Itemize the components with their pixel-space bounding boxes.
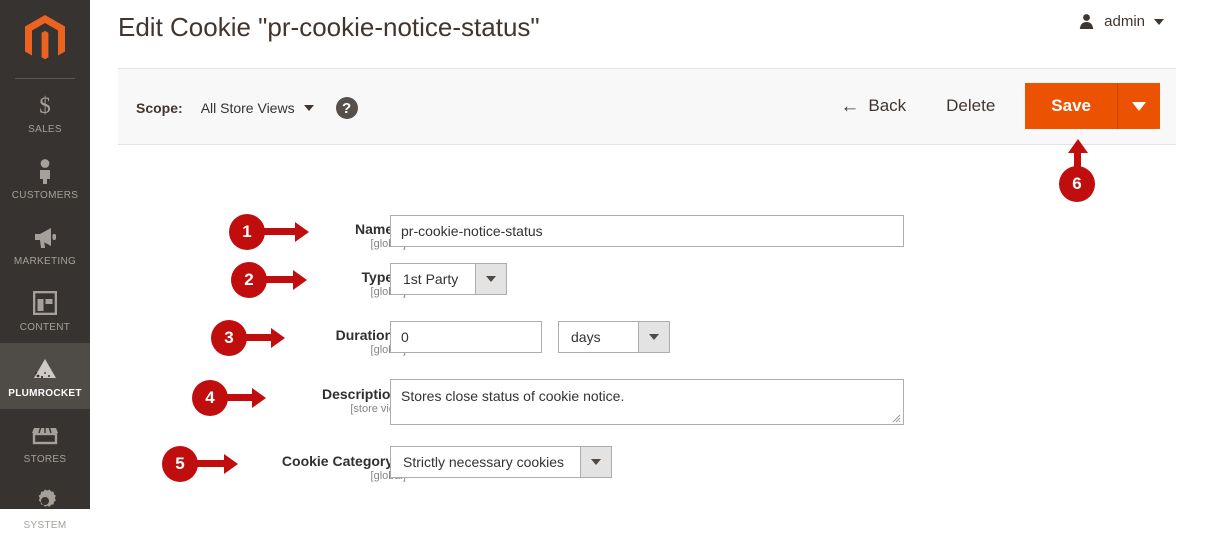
store-icon: [2, 420, 88, 450]
callout-badge-3: 3: [211, 320, 247, 356]
megaphone-icon: [2, 222, 88, 252]
field-label-text: Description: [321, 386, 399, 402]
type-field-label: Type * [global]: [146, 269, 406, 298]
callout-arrow-3: [244, 327, 285, 348]
field-scope-text: [store view]: [350, 403, 406, 415]
field-scope-text: [global]: [370, 238, 406, 250]
duration-unit-value: days: [571, 329, 601, 345]
magento-logo-icon: [25, 15, 65, 60]
callout-arrow-1: [262, 221, 309, 242]
sidebar-item-label: MARKETING: [13, 256, 77, 267]
layout-icon: [2, 288, 88, 318]
person-icon: [2, 156, 88, 186]
page-actions-toolbar: Scope: All Store Views ? ← Back Delete S…: [118, 68, 1176, 145]
sidebar-item-sales[interactable]: $ SALES: [0, 79, 90, 145]
callout-badge-1: 1: [229, 214, 265, 250]
dollar-icon: $: [2, 90, 88, 120]
magento-logo[interactable]: [0, 0, 90, 78]
back-button-label: Back: [868, 96, 907, 115]
scope-select[interactable]: All Store Views: [201, 100, 314, 116]
callout-badge-6: 6: [1059, 166, 1095, 202]
save-button[interactable]: Save: [1025, 83, 1118, 129]
type-select-value: 1st Party: [403, 271, 459, 287]
sidebar-item-content[interactable]: CONTENT: [0, 277, 90, 343]
page-header: Edit Cookie "pr-cookie-notice-status" ad…: [90, 0, 1206, 60]
arrow-left-icon: ←: [840, 95, 860, 117]
sidebar-item-plumrocket[interactable]: PLUMROCKET: [0, 343, 90, 409]
description-field-label: Description [store view]: [146, 386, 406, 415]
description-textarea-value: Stores close status of cookie notice.: [401, 388, 625, 404]
field-label-text: Type: [361, 269, 394, 285]
callout-arrow-5: [195, 453, 238, 474]
sidebar-item-customers[interactable]: CUSTOMERS: [0, 145, 90, 211]
sidebar-item-label: SALES: [28, 124, 62, 135]
duration-unit-select[interactable]: days: [558, 321, 670, 353]
plumrocket-icon: [2, 354, 88, 384]
save-split-button: Save: [1025, 83, 1160, 129]
chevron-down-icon: [638, 322, 669, 352]
cookie-category-value: Strictly necessary cookies: [403, 454, 565, 470]
gear-icon: [2, 486, 88, 516]
cookie-category-select[interactable]: Strictly necessary cookies: [390, 446, 612, 478]
avatar-icon: [1079, 14, 1094, 29]
callout-badge-2: 2: [231, 262, 267, 298]
type-select[interactable]: 1st Party: [390, 263, 507, 295]
scope-value: All Store Views: [200, 100, 295, 116]
field-label-text: Duration: [335, 327, 394, 343]
scope-switcher: Scope: All Store Views ?: [136, 97, 358, 119]
field-label-text: Cookie Category: [281, 453, 394, 469]
delete-button[interactable]: Delete: [920, 96, 1025, 116]
sidebar-item-label: PLUMROCKET: [8, 388, 82, 399]
callout-badge-5: 5: [162, 446, 198, 482]
description-textarea[interactable]: Stores close status of cookie notice.: [390, 379, 904, 425]
callout-arrow-4: [225, 387, 266, 408]
svg-text:$: $: [39, 93, 51, 118]
name-field-label: Name * [global]: [146, 221, 406, 250]
sidebar-item-system[interactable]: SYSTEM: [0, 475, 90, 541]
callout-badge-4: 4: [192, 380, 228, 416]
field-scope-text: [global]: [370, 286, 406, 298]
chevron-down-icon: [1132, 101, 1146, 111]
scope-label: Scope:: [136, 100, 183, 116]
sidebar-item-label: STORES: [23, 454, 67, 465]
chevron-down-icon: [1154, 18, 1164, 25]
sidebar-item-label: CONTENT: [19, 322, 71, 333]
resize-handle-icon[interactable]: [891, 413, 901, 423]
page-title: Edit Cookie "pr-cookie-notice-status": [118, 12, 540, 42]
callout-arrow-2: [264, 269, 307, 290]
chevron-down-icon: [303, 105, 314, 111]
sidebar-item-label: SYSTEM: [23, 520, 67, 531]
sidebar-item-stores[interactable]: STORES: [0, 409, 90, 475]
back-button[interactable]: ← Back: [826, 96, 920, 116]
duration-input[interactable]: 0: [390, 321, 542, 353]
sidebar-item-marketing[interactable]: MARKETING: [0, 211, 90, 277]
name-input[interactable]: pr-cookie-notice-status: [390, 215, 904, 247]
admin-user-menu[interactable]: admin: [1078, 13, 1164, 30]
admin-user-label: admin: [1104, 13, 1145, 30]
toolbar-actions: ← Back Delete Save: [826, 83, 1160, 129]
field-label-text: Name: [355, 221, 394, 237]
chevron-down-icon: [475, 264, 506, 294]
chevron-down-icon: [580, 447, 611, 477]
sidebar-item-label: CUSTOMERS: [11, 190, 79, 201]
sidebar: $ SALES CUSTOMERS MARKETING CONTENT PLUM…: [0, 0, 90, 531]
help-icon[interactable]: ?: [335, 97, 358, 119]
save-options-button[interactable]: [1118, 83, 1160, 129]
